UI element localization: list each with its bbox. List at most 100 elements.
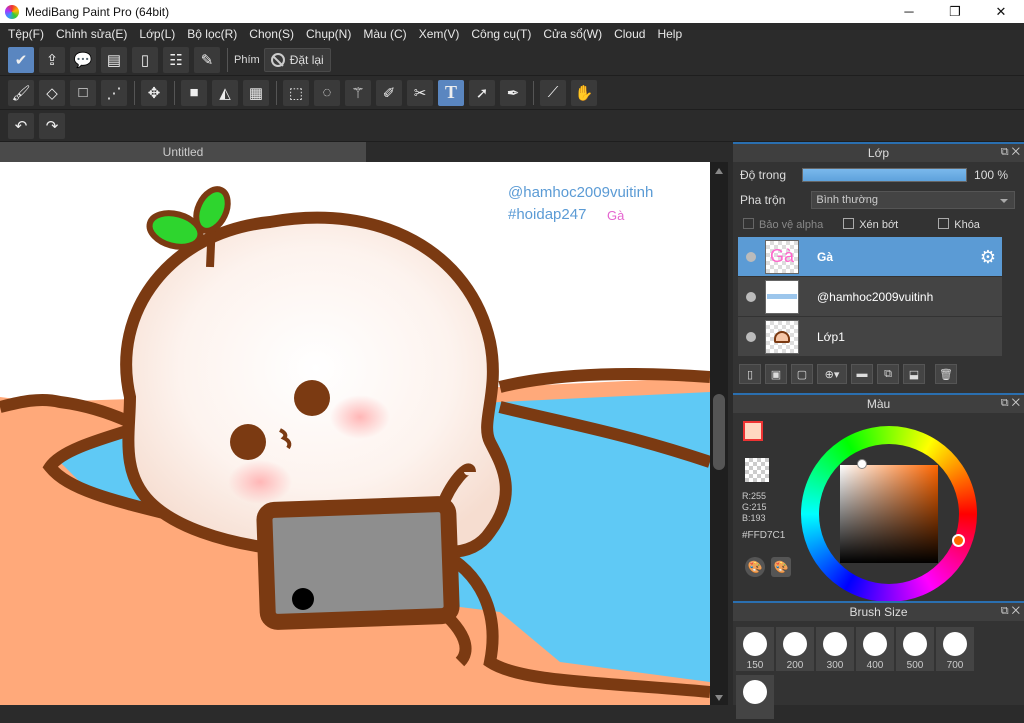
brush-dot	[903, 632, 927, 656]
brush-size-item[interactable]: 300	[816, 627, 854, 671]
maximize-button[interactable]: ❐	[932, 0, 978, 23]
trash-icon[interactable]: 🗑	[935, 364, 957, 384]
saturation-value-square[interactable]	[840, 465, 938, 563]
palette-edit-icon[interactable]: 🎨	[771, 557, 791, 577]
gear-icon[interactable]: ⚙	[980, 247, 996, 268]
pen-icon[interactable]: ✒	[500, 79, 526, 106]
document-tab[interactable]: Untitled	[0, 142, 366, 162]
panel-float-close-icon[interactable]: ⧉ ✕	[1001, 397, 1020, 410]
rectangle-icon[interactable]: □	[70, 79, 96, 106]
select-rect-icon[interactable]: ⬚	[283, 79, 309, 106]
operation-icon[interactable]: ➚	[469, 79, 495, 106]
move-icon[interactable]: ✥	[141, 79, 167, 106]
blend-select[interactable]: Bình thường	[811, 190, 1016, 209]
merge-layer-icon[interactable]: ⬓	[903, 364, 925, 384]
layer-list: Gà Gà ⚙ @hamhoc2009vuitinh Lớp1	[738, 237, 1002, 357]
brush-size-item[interactable]: 700	[936, 627, 974, 671]
opacity-slider[interactable]	[802, 167, 968, 182]
scroll-up-icon[interactable]	[715, 168, 723, 174]
text-tool-icon[interactable]: T	[438, 79, 464, 106]
select-pen-icon[interactable]: ✐	[376, 79, 402, 106]
dot-brush-icon[interactable]: ⋰	[101, 79, 127, 106]
menu-cloud[interactable]: Cloud	[614, 27, 645, 41]
cloud-check-icon[interactable]: ✔	[8, 46, 34, 73]
hue-cursor[interactable]	[952, 534, 965, 547]
visibility-icon[interactable]	[746, 251, 756, 262]
reset-button[interactable]: Đặt lại	[263, 47, 331, 72]
fill-rect-icon[interactable]: ■	[181, 79, 207, 106]
layer-item[interactable]: Lớp1	[738, 317, 1002, 357]
menu-window[interactable]: Cửa sổ(W)	[543, 27, 602, 41]
opacity-row: Độ trong 100 %	[733, 162, 1024, 187]
scrollbar-thumb[interactable]	[713, 394, 725, 470]
export-icon[interactable]: ⇪	[39, 46, 65, 73]
layer-item[interactable]: @hamhoc2009vuitinh	[738, 277, 1002, 317]
duplicate-layer-icon[interactable]: ⧉	[877, 364, 899, 384]
add-layer-menu-icon[interactable]: ⊕▾	[817, 364, 847, 384]
menu-file[interactable]: Tệp(F)	[8, 27, 44, 41]
transparent-swatch[interactable]	[745, 458, 769, 482]
layer-item[interactable]: Gà Gà ⚙	[738, 237, 1002, 277]
canvas-scrollbar[interactable]	[710, 162, 728, 705]
brush-icon[interactable]: 🖌	[8, 79, 34, 106]
menu-layer[interactable]: Lớp(L)	[139, 27, 175, 41]
visibility-icon[interactable]	[746, 291, 756, 302]
brush-dot	[823, 632, 847, 656]
canvas-text-ga: Gà	[607, 208, 625, 223]
drawing-canvas[interactable]: @hamhoc2009vuitinh #hoidap247 Gà	[0, 162, 710, 705]
undo-icon[interactable]: ↶	[8, 112, 34, 139]
brush-size-item[interactable]: 200	[776, 627, 814, 671]
layer-thumbnail	[765, 279, 799, 314]
new-layer-icon[interactable]: ▯	[739, 364, 761, 384]
panel-float-close-icon[interactable]: ⧉ ✕	[1001, 146, 1020, 159]
lock-checkbox[interactable]: Khóa	[938, 218, 980, 231]
panel-float-close-icon[interactable]: ⧉ ✕	[1001, 605, 1020, 618]
minimize-button[interactable]: ─	[886, 0, 932, 23]
window-title: MediBang Paint Pro (64bit)	[25, 4, 170, 19]
menu-edit[interactable]: Chỉnh sửa(E)	[56, 27, 127, 41]
page-list-icon[interactable]: ☷	[163, 46, 189, 73]
brush-panel-header: Brush Size ⧉ ✕	[733, 601, 1024, 621]
magic-wand-icon[interactable]: ⚚	[345, 79, 371, 106]
new-8bit-layer-icon[interactable]: ▣	[765, 364, 787, 384]
menu-select[interactable]: Chọn(S)	[249, 27, 294, 41]
menu-snap[interactable]: Chụp(N)	[306, 27, 351, 41]
folder-icon[interactable]: ▬	[851, 364, 873, 384]
scroll-down-icon[interactable]	[715, 695, 723, 701]
palette-icon[interactable]: 🎨	[745, 557, 765, 577]
layer-panel-header: Lớp ⧉ ✕	[733, 142, 1024, 162]
bucket-icon[interactable]: ◭	[212, 79, 238, 106]
clip-checkbox[interactable]: Xén bớt	[843, 218, 898, 231]
menu-tools[interactable]: Công cụ(T)	[471, 27, 531, 41]
primary-color-swatch[interactable]	[743, 421, 763, 441]
page-icon[interactable]: ▯	[132, 46, 158, 73]
lasso-icon[interactable]: ◌	[314, 79, 340, 106]
visibility-icon[interactable]	[746, 331, 756, 342]
comment-icon[interactable]: 💬	[70, 46, 96, 73]
gradient-icon[interactable]: ▦	[243, 79, 269, 106]
brush-size-item[interactable]: 500	[896, 627, 934, 671]
redo-icon[interactable]: ↷	[39, 112, 65, 139]
layer-panel-title: Lớp	[867, 146, 890, 160]
eraser-icon[interactable]: ◇	[39, 79, 65, 106]
close-button[interactable]: ✕	[978, 0, 1024, 23]
menu-filter[interactable]: Bộ lọc(R)	[187, 27, 237, 41]
hue-ring[interactable]	[801, 426, 977, 602]
menu-help[interactable]: Help	[657, 27, 682, 41]
brush-size-item[interactable]	[736, 675, 774, 719]
select-eraser-icon[interactable]: ✂	[407, 79, 433, 106]
menu-view[interactable]: Xem(V)	[419, 27, 460, 41]
protect-alpha-checkbox[interactable]: Bảo vệ alpha	[743, 218, 823, 231]
brush-size-label: 200	[786, 660, 804, 671]
eyedropper-icon[interactable]: ⟋	[540, 79, 566, 106]
speech-icon[interactable]: ▤	[101, 46, 127, 73]
sv-cursor[interactable]	[857, 459, 867, 469]
new-1bit-layer-icon[interactable]: ▢	[791, 364, 813, 384]
menu-color[interactable]: Màu (C)	[363, 27, 406, 41]
blend-row: Pha trộn Bình thường	[733, 187, 1024, 212]
brush-size-item[interactable]: 400	[856, 627, 894, 671]
red-value: R:255	[742, 491, 767, 501]
hand-icon[interactable]: ✋	[571, 79, 597, 106]
page-edit-icon[interactable]: ✎	[194, 46, 220, 73]
brush-size-item[interactable]: 150	[736, 627, 774, 671]
